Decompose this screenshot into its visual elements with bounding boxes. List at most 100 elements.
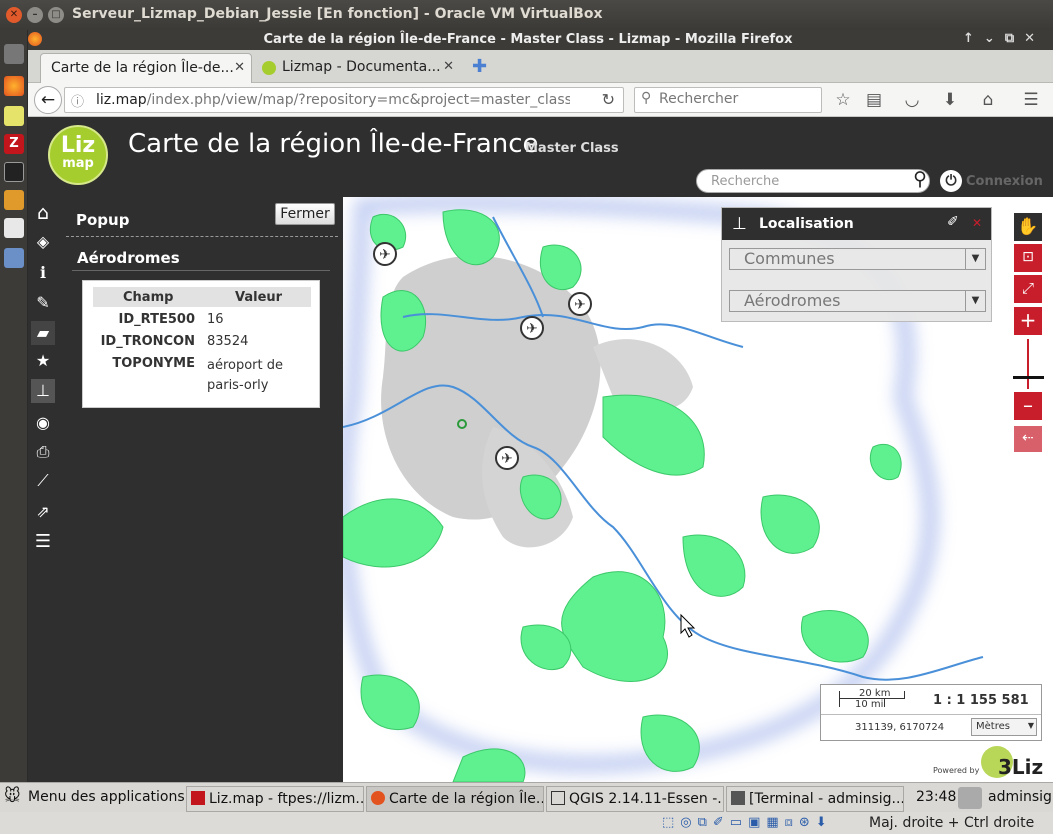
tab-lizmap-map[interactable]: Carte de la région Île-de... ✕ [40, 53, 252, 83]
map-title: Carte de la région Île-de-France [128, 129, 539, 159]
close-tab-icon[interactable]: ✕ [443, 59, 454, 74]
username[interactable]: adminsig [988, 789, 1052, 805]
url-bar[interactable]: ⓘ liz.map/index.php/view/map/?repository… [64, 87, 624, 113]
pan-icon[interactable]: ✋ [1014, 213, 1042, 241]
info-icon[interactable]: i [31, 261, 55, 285]
close-popup-button[interactable]: Fermer [275, 203, 335, 225]
tab-label: Lizmap - Documenta... [282, 59, 441, 75]
task-terminal[interactable]: [Terminal - adminsig... [726, 786, 904, 812]
files-icon[interactable] [4, 44, 24, 64]
terminal-icon [731, 791, 745, 805]
share-icon[interactable]: ⇗ [31, 500, 55, 524]
geolocation-icon[interactable]: ◉ [31, 411, 55, 435]
aerodromes-select[interactable]: Aérodromes ▼ [729, 290, 986, 312]
new-tab-icon[interactable]: ✚ [472, 56, 487, 77]
firefox-icon[interactable] [4, 76, 24, 96]
clear-locate-icon[interactable]: ✐ [947, 214, 959, 230]
table-row-field: ID_TRONCON [100, 334, 195, 349]
xfce-mouse-icon[interactable]: 🐭 [4, 786, 26, 808]
zoom-in-icon[interactable]: + [1014, 307, 1042, 335]
table-row-value: 16 [207, 312, 224, 327]
applications-menu[interactable]: Menu des applications [28, 789, 185, 805]
tab-strip: Carte de la région Île-de... ✕ Lizmap - … [28, 50, 1053, 83]
menu-icon[interactable]: ☰ [1020, 89, 1042, 111]
reload-icon[interactable]: ↻ [602, 90, 615, 109]
firefox-window-title: Carte de la région Île-de-France - Maste… [263, 32, 793, 47]
3liz-brand[interactable]: 3Liz [998, 755, 1043, 779]
lizmap-search-icon[interactable]: ⚲ [913, 168, 927, 190]
zoom-box-icon[interactable]: ⊡ [1014, 244, 1042, 272]
close-panel-icon[interactable]: ✕ [972, 216, 982, 230]
lizmap-search-input[interactable]: Recherche ⚲ [696, 168, 930, 193]
home-icon[interactable]: ⌂ [31, 201, 55, 225]
layers-icon[interactable]: ◈ [31, 230, 55, 254]
map-subtitle: Master Class [525, 141, 619, 156]
edit-icon[interactable]: ✎ [31, 291, 55, 315]
col-field-header: Champ [123, 290, 174, 305]
tab-lizmap-doc[interactable]: Lizmap - Documenta... ✕ [254, 53, 460, 83]
pencil-icon[interactable] [4, 106, 24, 126]
logo-text-top: Liz [60, 133, 96, 158]
print-icon[interactable]: ⎙ [31, 440, 55, 464]
firefox-window-controls[interactable]: ↑⌄⧉✕ [963, 31, 1045, 46]
bookmark-star-icon[interactable]: ☆ [832, 89, 854, 111]
localisation-panel: ⊥ Localisation ✐ ✕ Communes ▼ Aérodromes… [721, 207, 992, 322]
task-label: Carte de la région Île... [389, 791, 544, 807]
device-status-icons[interactable]: ⬚◎⧉✐▭▣▦⧈⊛⬇ [662, 815, 833, 830]
task-qgis[interactable]: QGIS 2.14.11-Essen -... [546, 786, 724, 812]
close-window-icon[interactable]: ✕ [6, 7, 22, 23]
scale-ratio: 1 : 1 155 581 [933, 693, 1029, 708]
virtualbox-title: Serveur_Lizmap_Debian_Jessie [En fonctio… [72, 6, 603, 22]
pocket-icon[interactable]: ◡ [901, 89, 923, 111]
terminal-icon[interactable] [4, 162, 24, 182]
home-icon[interactable]: ⌂ [977, 89, 999, 111]
map-canvas[interactable]: ✈ ✈ ✈ ✈ ⊥ Localisation ✐ ✕ Communes ▼ Aérod… [343, 197, 1053, 782]
table-row-value: aéroport de paris-orly [207, 358, 284, 393]
task-filezilla[interactable]: Liz.map - ftpes://lizm... [186, 786, 364, 812]
close-tab-icon[interactable]: ✕ [234, 60, 245, 75]
filezilla-icon[interactable]: Z [4, 134, 24, 154]
zoom-extent-icon[interactable]: ⤢ [1014, 275, 1042, 303]
zoom-slider[interactable] [1027, 339, 1029, 389]
notes-icon[interactable] [4, 190, 24, 210]
localisation-title: Localisation [759, 216, 854, 232]
login-link[interactable]: Connexion [966, 174, 1043, 189]
maximize-window-icon[interactable]: □ [48, 7, 64, 23]
svg-text:✈: ✈ [379, 247, 391, 263]
search-files-icon[interactable] [4, 218, 24, 238]
col-value-header: Valeur [235, 290, 283, 305]
svg-text:✈: ✈ [501, 451, 513, 467]
task-label: Liz.map - ftpes://lizm... [209, 791, 364, 807]
reading-list-icon[interactable]: ▤ [863, 89, 885, 111]
measure-icon[interactable]: ⟋ [31, 469, 55, 493]
task-firefox[interactable]: Carte de la région Île... [366, 786, 544, 812]
network-icon[interactable] [958, 787, 982, 809]
minimize-window-icon[interactable]: – [27, 7, 43, 23]
star-icon[interactable]: ★ [31, 349, 55, 373]
communes-select[interactable]: Communes ▼ [729, 248, 986, 270]
search-input[interactable]: ⚲ Rechercher [634, 87, 822, 113]
powered-by-label: Powered by [933, 766, 980, 775]
chevron-down-icon: ▼ [965, 291, 985, 311]
svg-text:✈: ✈ [526, 321, 538, 337]
info-icon[interactable]: ⓘ [71, 91, 84, 110]
history-back-icon[interactable]: ⇠ [1014, 426, 1042, 452]
app-launcher: Z [0, 30, 28, 782]
lizmap-logo[interactable]: Liz map [48, 125, 108, 185]
popup-icon[interactable]: ▰ [31, 321, 55, 345]
zoom-out-icon[interactable]: – [1014, 392, 1042, 420]
folder-icon[interactable] [4, 248, 24, 268]
svg-text:✈: ✈ [574, 297, 586, 313]
download-icon[interactable]: ⬇ [939, 89, 961, 111]
clock[interactable]: 23:48 [916, 789, 956, 805]
virtualbox-titlebar: ✕ – □ Serveur_Lizmap_Debian_Jessie [En f… [0, 0, 1053, 30]
zoom-slider-handle[interactable] [1013, 376, 1044, 379]
list-icon[interactable]: ☰ [31, 530, 55, 554]
back-icon[interactable]: ← [34, 86, 62, 114]
url-path: /index.php/view/map/?repository=mc&proje… [146, 92, 570, 108]
power-icon[interactable]: ⏻ [940, 170, 962, 192]
locate-icon: ⊥ [732, 214, 747, 234]
unit-select[interactable]: Mètres ▼ [971, 718, 1037, 736]
locate-icon[interactable]: ⊥ [31, 379, 55, 403]
lizmap-favicon-icon [262, 61, 276, 75]
